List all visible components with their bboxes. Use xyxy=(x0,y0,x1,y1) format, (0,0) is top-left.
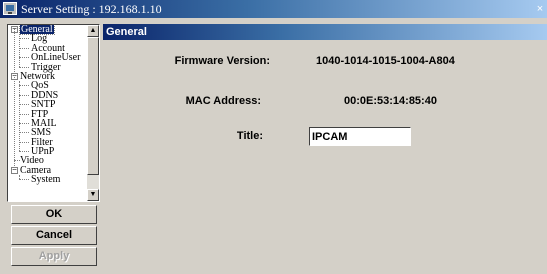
scroll-down-icon[interactable]: ▼ xyxy=(87,189,99,201)
window-title: Server Setting : 192.168.1.10 xyxy=(21,2,162,16)
tree-branch-line xyxy=(19,47,29,49)
tree-branch-line xyxy=(19,151,29,153)
scroll-thumb[interactable] xyxy=(87,37,99,175)
tree-branch-line xyxy=(19,113,29,115)
tree-branch-line xyxy=(19,57,29,59)
tree-branch-line xyxy=(19,132,29,134)
tree-item[interactable]: − General xyxy=(8,25,87,36)
tree-branch-line xyxy=(19,94,29,96)
apply-button[interactable]: Apply xyxy=(11,247,97,266)
firmware-version-label: Firmware Version: xyxy=(174,55,270,67)
tree-branch-line xyxy=(19,104,29,106)
window-titlebar: Server Setting : 192.168.1.10 × xyxy=(0,0,547,18)
title-label: Title: xyxy=(236,130,263,142)
title-field[interactable] xyxy=(309,127,411,146)
app-icon xyxy=(3,2,17,15)
tree-branch-line xyxy=(19,179,29,181)
close-icon[interactable]: × xyxy=(533,0,547,18)
tree-branch-line xyxy=(19,38,29,40)
scroll-up-icon[interactable]: ▲ xyxy=(87,25,99,37)
tree-items: − General Log Account OnLineUser Trigger − Netw… xyxy=(8,25,87,185)
ok-button[interactable]: OK xyxy=(11,205,97,224)
cancel-button[interactable]: Cancel xyxy=(11,226,97,245)
tree-scrollbar[interactable]: ▲ ▼ xyxy=(87,25,99,201)
panel-header: General xyxy=(103,24,547,40)
tree-connector-line xyxy=(19,81,20,152)
firmware-version-value: 1040-1014-1015-1004-A804 xyxy=(316,55,455,67)
tree-branch-line xyxy=(19,141,29,143)
settings-tree: − General Log Account OnLineUser Trigger − Netw… xyxy=(7,24,100,202)
tree-branch-line xyxy=(19,122,29,124)
tree-branch-line xyxy=(19,85,29,87)
tree-branch-line xyxy=(19,66,29,68)
tree-connector-line xyxy=(19,175,20,180)
tree-root-line xyxy=(14,29,15,170)
tree-connector-line xyxy=(19,34,20,67)
mac-address-value: 00:0E:53:14:85:40 xyxy=(344,95,437,107)
mac-address-label: MAC Address: xyxy=(185,95,261,107)
tree-item-label: System xyxy=(31,174,61,186)
